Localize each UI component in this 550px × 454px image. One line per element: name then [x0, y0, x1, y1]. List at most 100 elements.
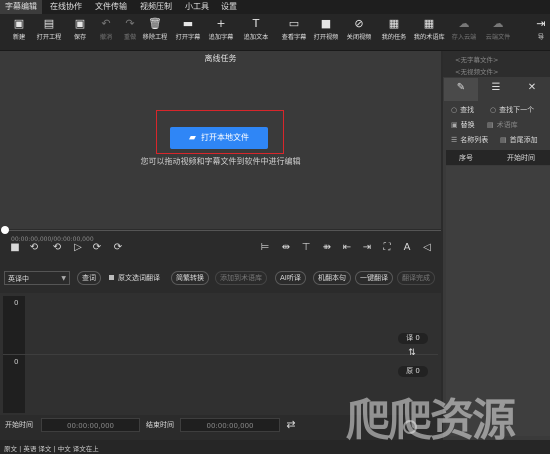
language-select[interactable]: 英译中 ▼: [4, 271, 70, 285]
tools-icon[interactable]: ✕: [525, 82, 539, 96]
toolbar-button-close-video[interactable]: ⊘ 关闭视频: [343, 17, 375, 47]
search-next-icon: ○: [490, 106, 497, 114]
subtitle-file-label: <无字幕文件>: [455, 56, 499, 64]
toolbar-button-video[interactable]: ■ 打开视频: [310, 17, 342, 47]
toolbar-button-task[interactable]: ▦ 我的任务: [378, 17, 410, 47]
menu-settings[interactable]: 设置: [216, 0, 242, 14]
toolbar-button-cloud-file[interactable]: ☁ 云端文件: [482, 17, 514, 47]
first-add-button[interactable]: ▤ 首尾添加: [500, 135, 538, 145]
end-time-input[interactable]: 00:00:00,000: [180, 418, 280, 432]
editor-divider: [3, 354, 438, 355]
folder-icon: ▬: [182, 17, 194, 30]
swap-vertical-icon[interactable]: ⇅: [405, 348, 419, 360]
add-term-button[interactable]: 添加到术语库: [215, 271, 267, 285]
toolbar-label: 追加字幕: [208, 33, 234, 41]
task-icon: ▦: [388, 17, 400, 30]
pencil-icon[interactable]: ✎: [454, 82, 468, 96]
start-time-input[interactable]: 00:00:00,000: [41, 418, 140, 432]
toolbar-button-export[interactable]: ⇥ 导: [525, 17, 550, 47]
search-icon: ○: [451, 106, 458, 114]
translate-done-button[interactable]: 翻译完成: [397, 271, 435, 285]
toolbar-label: 导: [537, 33, 545, 41]
progress-handle[interactable]: [1, 226, 9, 234]
list-icon[interactable]: ☰: [489, 82, 503, 96]
split-icon[interactable]: ⇻: [320, 241, 334, 255]
toolbar-button-plus[interactable]: + 追加字幕: [205, 17, 237, 47]
back-icon[interactable]: ⟲: [50, 241, 64, 255]
progress-track[interactable]: [4, 230, 441, 231]
align-icon[interactable]: ⊤: [299, 241, 313, 255]
name-list-button[interactable]: ☰ 名称列表: [451, 135, 488, 145]
plus-icon: +: [216, 17, 226, 30]
watermark-logo: 爬爬资源: [346, 395, 516, 446]
jump-end-icon[interactable]: ⇥: [360, 241, 374, 255]
translation-icon: ▦: [423, 17, 435, 30]
toolbar-label: 打开视频: [313, 33, 339, 41]
toolbar-label: 追加文本: [243, 33, 269, 41]
jump-start-icon[interactable]: ⇤: [340, 241, 354, 255]
fullscreen-icon[interactable]: ⛶: [380, 241, 394, 255]
source-count-badge: 原 0: [398, 366, 428, 377]
folder-icon: ▰: [189, 133, 196, 143]
toolbar-button-trash[interactable]: 🗑 移除工程: [139, 17, 171, 47]
menu-file-transfer[interactable]: 文件传输: [90, 0, 132, 14]
fast-forward-icon[interactable]: ⟳: [111, 241, 125, 255]
menu-subtitle-edit[interactable]: 字幕编辑: [0, 0, 42, 14]
add-icon: ▤: [500, 136, 507, 144]
replace-button[interactable]: ▣ 替换: [451, 120, 475, 130]
word-translate-checkbox[interactable]: [109, 275, 114, 280]
machine-translate-button[interactable]: 机翻本句: [313, 271, 351, 285]
cloud-upload-icon: ☁: [458, 17, 470, 30]
toolbar-label: 查看字幕: [281, 33, 307, 41]
one-click-translate-button[interactable]: 一键翻译: [355, 271, 393, 285]
cloud-file-icon: ☁: [492, 17, 504, 30]
forward-icon[interactable]: ⟳: [90, 241, 104, 255]
find-button[interactable]: ○ 查找: [451, 105, 474, 115]
translation-count-badge: 译 0: [398, 333, 428, 344]
toolbar-button-subtitle[interactable]: ▭ 查看字幕: [278, 17, 310, 47]
find-next-button[interactable]: ○ 查找下一个: [490, 105, 534, 115]
toolbar-button-translation[interactable]: ▦ 我的术语库: [413, 17, 445, 47]
menu-video-compress[interactable]: 视频压制: [135, 0, 177, 14]
col-start-time: 开始时间: [507, 154, 535, 162]
toolbar-button-new[interactable]: ▣ 新建: [3, 17, 35, 47]
open-local-file-button[interactable]: ▰ 打开本地文件: [170, 127, 268, 149]
play-icon[interactable]: ▷: [71, 241, 85, 255]
toolbar-label: 我的任务: [381, 33, 407, 41]
stop-icon[interactable]: ■: [8, 241, 22, 255]
swap-horizontal-icon[interactable]: ⇄: [282, 418, 300, 432]
toolbar-label: 移除工程: [142, 33, 168, 41]
watermark-circle: [403, 420, 417, 434]
toolbar-button-text[interactable]: T 追加文本: [240, 17, 272, 47]
lookup-button[interactable]: 查词: [77, 271, 101, 285]
rewind-icon[interactable]: ⟲: [27, 241, 41, 255]
align-left-icon[interactable]: ⊨: [258, 241, 272, 255]
open-project-icon: ▤: [43, 17, 55, 30]
convert-button[interactable]: 简繁转换: [171, 271, 209, 285]
replace-icon: ▣: [451, 121, 458, 129]
upper-line-number: 0: [14, 299, 19, 307]
video-file-label: <无视频文件>: [455, 68, 499, 76]
export-icon: ⇥: [536, 17, 546, 30]
font-size-icon[interactable]: A: [400, 241, 414, 255]
term-icon: ▤: [487, 121, 494, 129]
toolbar-button-folder[interactable]: ▬ 打开字幕: [172, 17, 204, 47]
start-time-label: 开始时间: [5, 421, 33, 429]
toolbar-button-open-project[interactable]: ▤ 打开工程: [33, 17, 65, 47]
menu-bar: 字幕编辑 在线协作 文件传输 视频压制 小工具 设置: [0, 0, 550, 14]
toolbar-label: 存入云端: [451, 33, 477, 41]
term-button[interactable]: ▤ 术语库: [487, 120, 518, 130]
align-center-icon[interactable]: ⇹: [279, 241, 293, 255]
menu-tools[interactable]: 小工具: [180, 0, 214, 14]
subtitle-icon: ▭: [288, 17, 300, 30]
word-translate-label: 原文选词翻译: [118, 274, 160, 282]
timeline: [0, 229, 441, 265]
trash-icon: 🗑: [148, 17, 162, 30]
end-time-label: 结束时间: [146, 421, 174, 429]
toolbar-label: 新建: [12, 33, 26, 41]
toolbar-label: 打开字幕: [175, 33, 201, 41]
volume-icon[interactable]: ◁: [420, 241, 434, 255]
menu-online-collab[interactable]: 在线协作: [45, 0, 87, 14]
toolbar-button-cloud-upload[interactable]: ☁ 存入云端: [448, 17, 480, 47]
ai-transcribe-button[interactable]: AI听译: [275, 271, 306, 285]
